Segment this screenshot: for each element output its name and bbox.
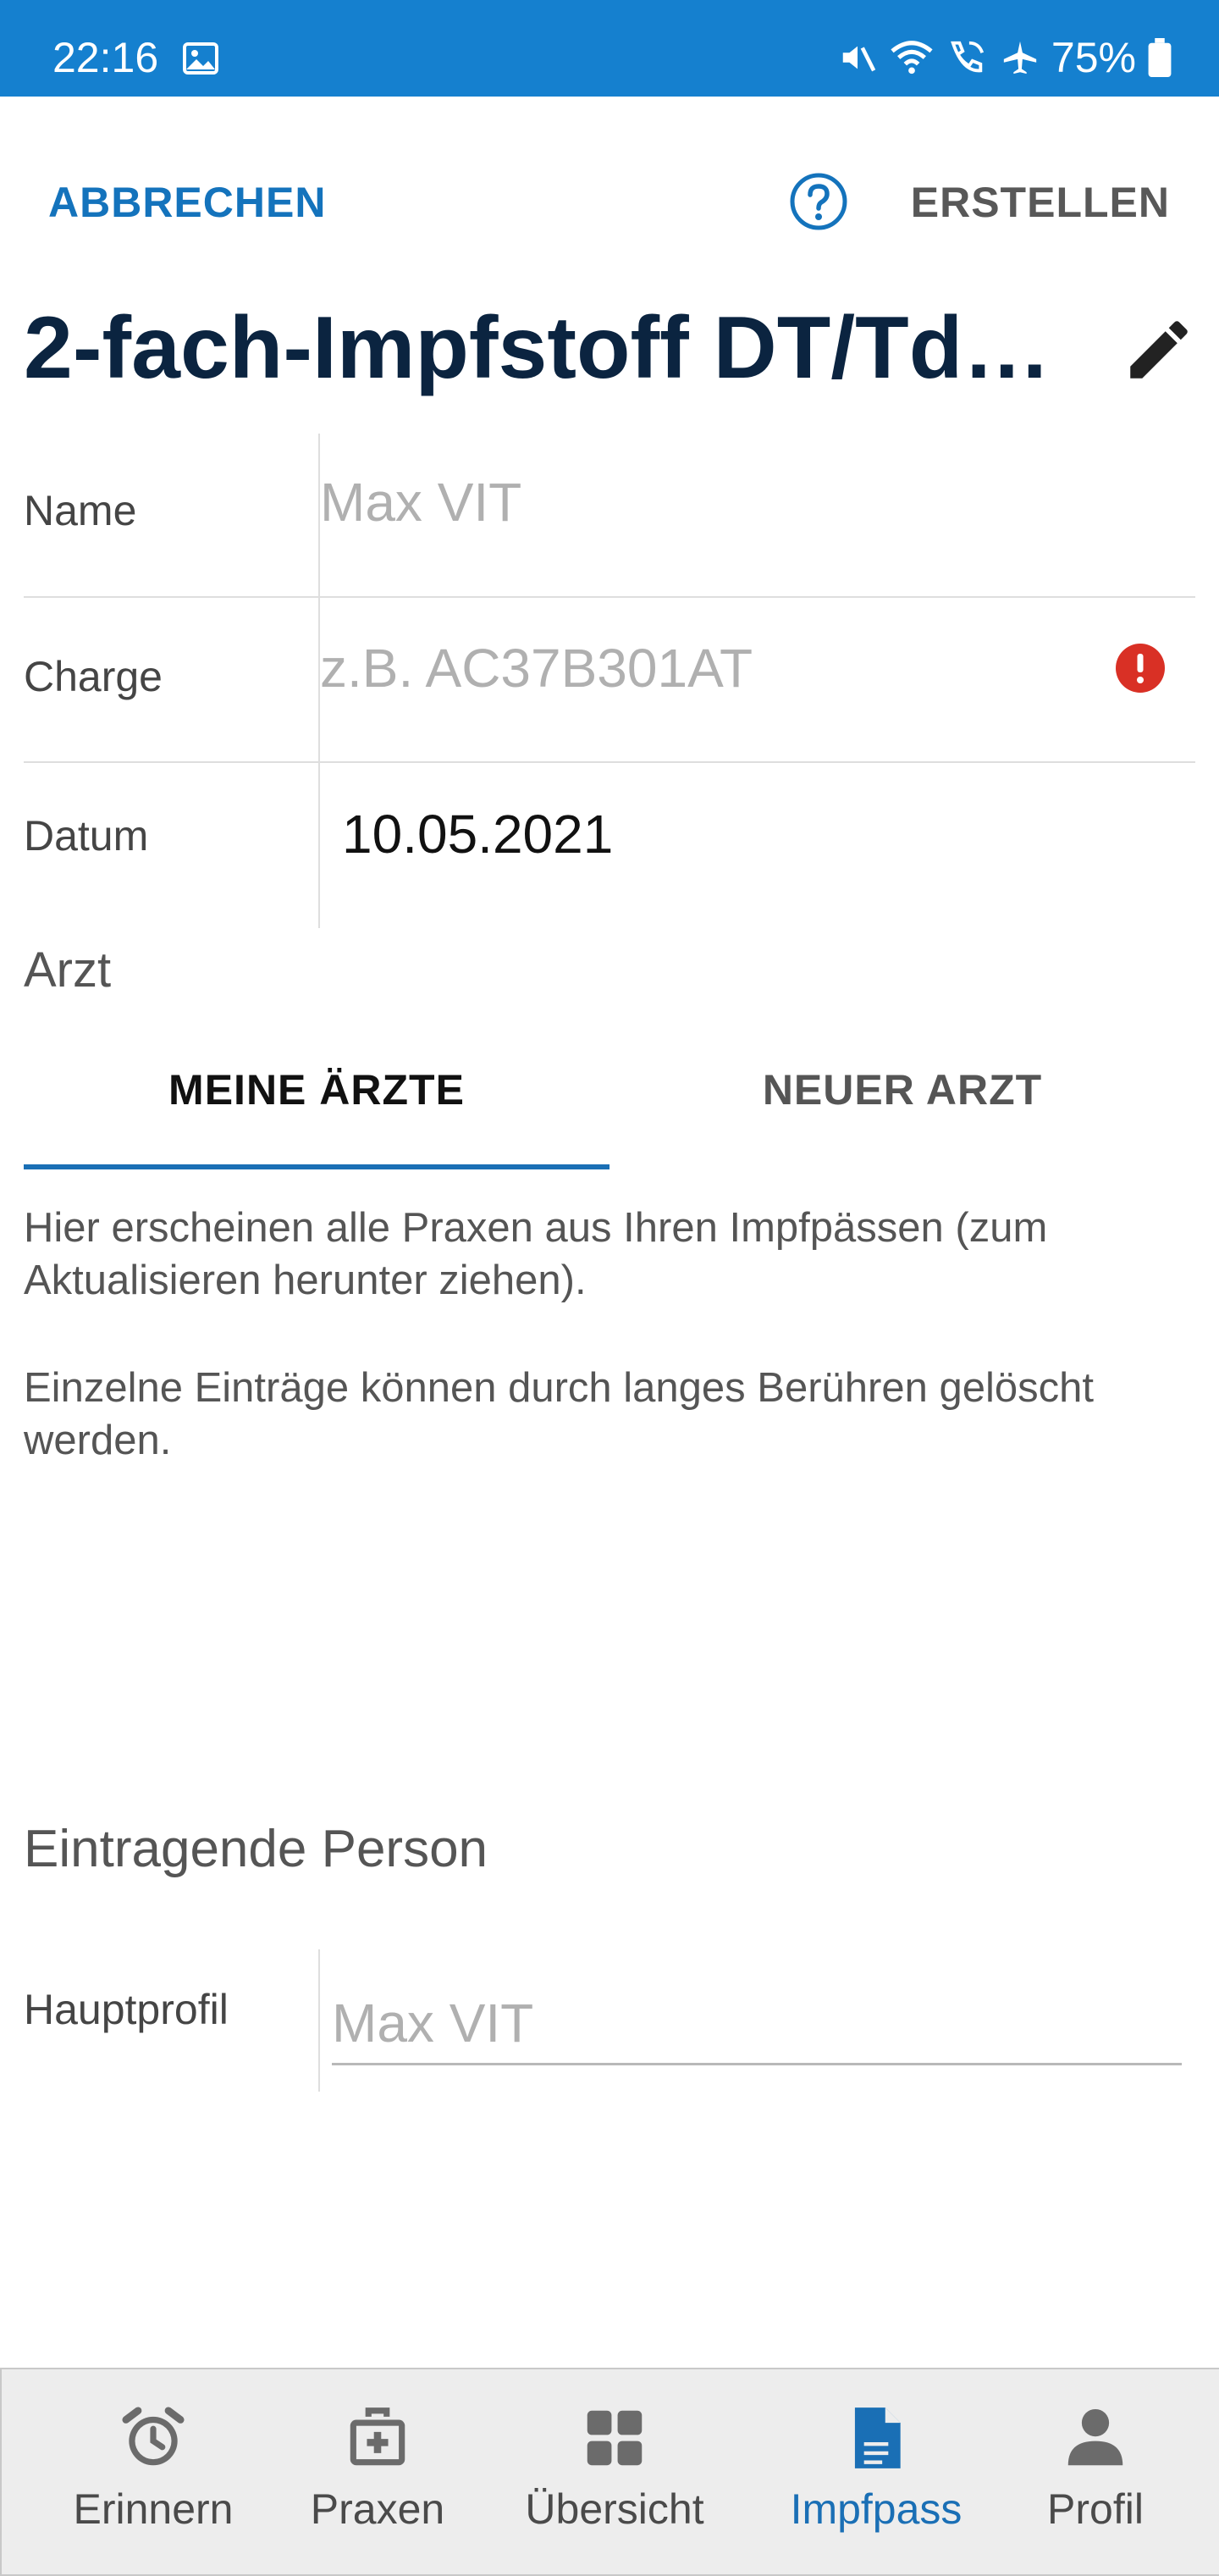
wifi-call-icon [951, 41, 984, 73]
tab-my-doctors[interactable]: MEINE ÄRZTE [24, 1065, 610, 1114]
tab-new-doctor[interactable]: NEUER ARZT [610, 1065, 1195, 1114]
nav-item-impfpass[interactable]: Impfpass [766, 2402, 986, 2534]
nav-label-praxen: Praxen [310, 2485, 445, 2533]
row-divider [24, 761, 1195, 763]
status-bar: 22:16 75% [0, 0, 1219, 97]
charge-input[interactable]: z.B. AC37B301AT [320, 637, 1082, 699]
nav-item-uebersicht[interactable]: Übersicht [505, 2402, 725, 2534]
document-icon [854, 2407, 901, 2468]
cancel-button[interactable]: ABBRECHEN [48, 178, 326, 227]
help-circle-icon[interactable] [789, 172, 848, 231]
alarm-clock-icon [122, 2407, 185, 2466]
profile-label: Hauptprofil [24, 1986, 229, 2033]
profile-input-underline [332, 2063, 1182, 2065]
nav-item-profil[interactable]: Profil [985, 2402, 1205, 2534]
dashboard-grid-icon [587, 2410, 643, 2466]
doctor-info-text: Hier erscheinen alle Praxen aus Ihren Im… [24, 1205, 1048, 1303]
profile-divider [318, 1949, 320, 2092]
pencil-icon[interactable] [1121, 312, 1197, 388]
profile-input[interactable]: Max VIT [332, 1992, 1182, 2054]
charge-label: Charge [24, 653, 163, 700]
nav-label-erinnern: Erinnern [73, 2485, 234, 2533]
medical-bag-icon [350, 2407, 405, 2466]
wifi-icon [891, 41, 933, 75]
tab-indicator [24, 1164, 610, 1169]
nav-label-uebersicht: Übersicht [525, 2485, 704, 2533]
create-button[interactable]: ERSTELLEN [911, 178, 1170, 227]
doctor-hint-text: Einzelne Einträge können durch langes Be… [24, 1365, 1094, 1463]
nav-item-erinnern[interactable]: Erinnern [43, 2402, 263, 2534]
person-icon [1067, 2408, 1123, 2466]
doctor-section-title: Arzt [24, 943, 112, 998]
status-icons: 75% [838, 32, 1172, 83]
name-label: Name [24, 487, 137, 534]
name-input[interactable]: Max VIT [320, 471, 1192, 533]
date-label: Datum [24, 812, 149, 860]
nav-item-praxen[interactable]: Praxen [268, 2402, 488, 2534]
battery-icon [1148, 38, 1172, 77]
airplane-icon [1003, 41, 1037, 75]
entering-person-title: Eintragende Person [24, 1820, 488, 1878]
nav-label-impfpass: Impfpass [790, 2485, 963, 2533]
date-field[interactable]: 10.05.2021 [342, 803, 613, 865]
row-divider [24, 596, 1195, 598]
nav-label-profil: Profil [1047, 2485, 1144, 2533]
image-icon [183, 42, 218, 75]
status-time: 22:16 [52, 34, 159, 81]
page-title: 2-fach-Impfstoff DT/Td… [24, 299, 1051, 397]
error-icon [1116, 644, 1165, 693]
battery-level: 75% [1051, 34, 1136, 81]
mute-icon [842, 46, 876, 72]
